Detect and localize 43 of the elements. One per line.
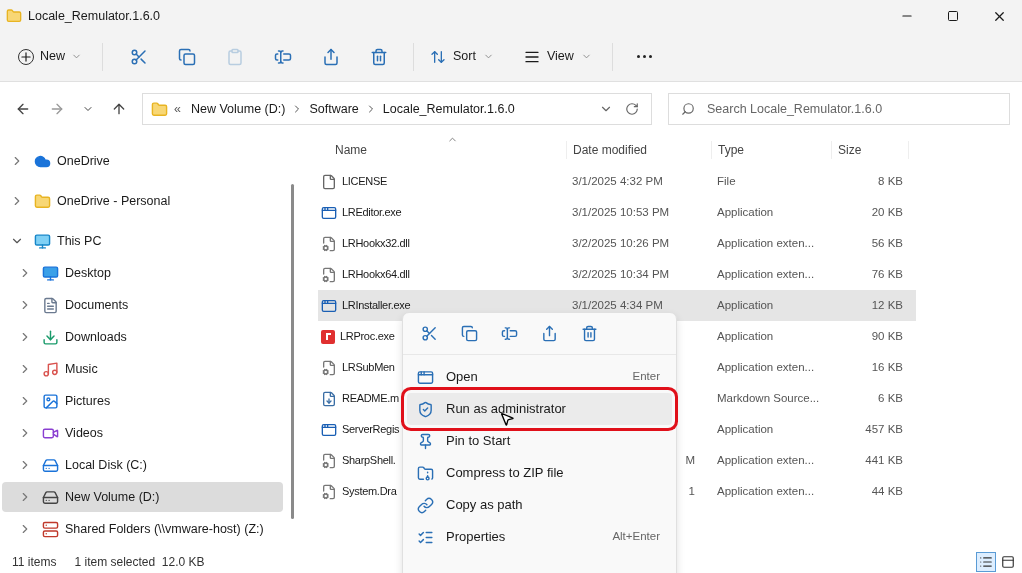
file-name: LREditor.exe <box>342 205 402 221</box>
selection-info: 1 item selected 12.0 KB <box>74 553 205 571</box>
size-cell: 441 KB <box>865 453 903 466</box>
date-cell-text: 3/1/2025 4:34 PM <box>572 297 663 313</box>
file-name: System.Dra <box>342 484 397 500</box>
file-name: LRProc.exe <box>340 329 395 345</box>
type-cell: Application exten... <box>717 360 815 373</box>
type-cell: Application exten... <box>717 484 815 497</box>
date-cell-text: 3/1/2025 4:32 PM <box>572 173 663 189</box>
type-cell: File <box>717 174 736 187</box>
file-name: README.m <box>342 391 399 407</box>
window-title: Locale_Remulator.1.6.0 <box>28 7 161 25</box>
size-cell: 56 KB <box>871 236 903 249</box>
size-cell: 76 KB <box>871 267 903 280</box>
date-cell-text: 3/1/2025 10:53 PM <box>572 204 670 220</box>
size-cell: 6 KB <box>878 391 903 404</box>
type-cell: Application exten... <box>717 453 815 466</box>
file-name: LRHookx64.dll <box>342 267 410 283</box>
file-name: LICENSE <box>342 174 387 190</box>
type-cell: Application <box>717 329 774 342</box>
type-cell: Markdown Source... <box>717 391 820 404</box>
type-cell: Application <box>717 422 774 435</box>
item-count: 11 items <box>12 553 57 571</box>
date-cell-text: M <box>685 452 695 468</box>
size-cell: 20 KB <box>871 205 903 218</box>
file-name: LRSubMen <box>342 360 395 376</box>
file-name: LRInstaller.exe <box>342 298 411 314</box>
type-cell: Application exten... <box>717 267 815 280</box>
date-cell-text: 3/2/2025 10:34 PM <box>572 266 670 282</box>
size-cell: 457 KB <box>865 422 903 435</box>
date-cell-text: 3/2/2025 10:26 PM <box>572 235 670 251</box>
date-cell-text: 1 <box>688 483 695 499</box>
size-cell: 90 KB <box>871 329 903 342</box>
type-cell: Application exten... <box>717 236 815 249</box>
type-cell: Application <box>717 298 774 311</box>
type-cell: Application <box>717 205 774 218</box>
size-cell: 16 KB <box>871 360 903 373</box>
file-name: LRHookx32.dll <box>342 236 410 252</box>
file-name: ServerRegis <box>342 422 400 438</box>
size-cell: 44 KB <box>871 484 903 497</box>
size-cell: 12 KB <box>871 298 903 311</box>
file-name: SharpShell. <box>342 453 396 469</box>
size-cell: 8 KB <box>878 174 903 187</box>
